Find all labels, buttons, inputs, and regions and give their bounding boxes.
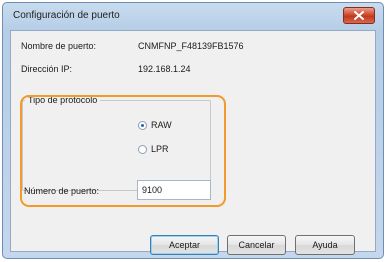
title-bar[interactable]: Configuración de puerto [3,3,383,29]
protocol-type-group [22,100,211,191]
ip-address-label: Dirección IP: [21,64,73,74]
port-name-label: Nombre de puerto: [21,41,97,51]
port-name-value: CNMFNP_F48139FB1576 [138,41,244,51]
radio-raw-button[interactable] [138,120,147,130]
help-button[interactable]: Ayuda [295,235,355,255]
close-icon [354,11,364,20]
window-title: Configuración de puerto [13,10,120,21]
radio-lpr[interactable]: LPR [138,144,169,154]
port-number-field[interactable] [137,180,211,200]
radio-raw-label: RAW [151,120,172,130]
cancel-button[interactable]: Cancelar [227,235,286,255]
port-number-label: Número de puerto: [24,186,100,196]
radio-lpr-button[interactable] [138,144,147,154]
close-button[interactable] [343,7,375,24]
dialog-body: Nombre de puerto: CNMFNP_F48139FB1576 Di… [10,30,376,255]
ip-address-value: 192.168.1.24 [138,64,191,74]
accept-button[interactable]: Aceptar [150,235,219,255]
port-configuration-dialog: Configuración de puerto Nombre de puerto… [2,2,384,259]
radio-raw[interactable]: RAW [138,120,172,130]
radio-lpr-label: LPR [151,144,169,154]
protocol-type-legend: Tipo de protocolo [25,95,101,105]
